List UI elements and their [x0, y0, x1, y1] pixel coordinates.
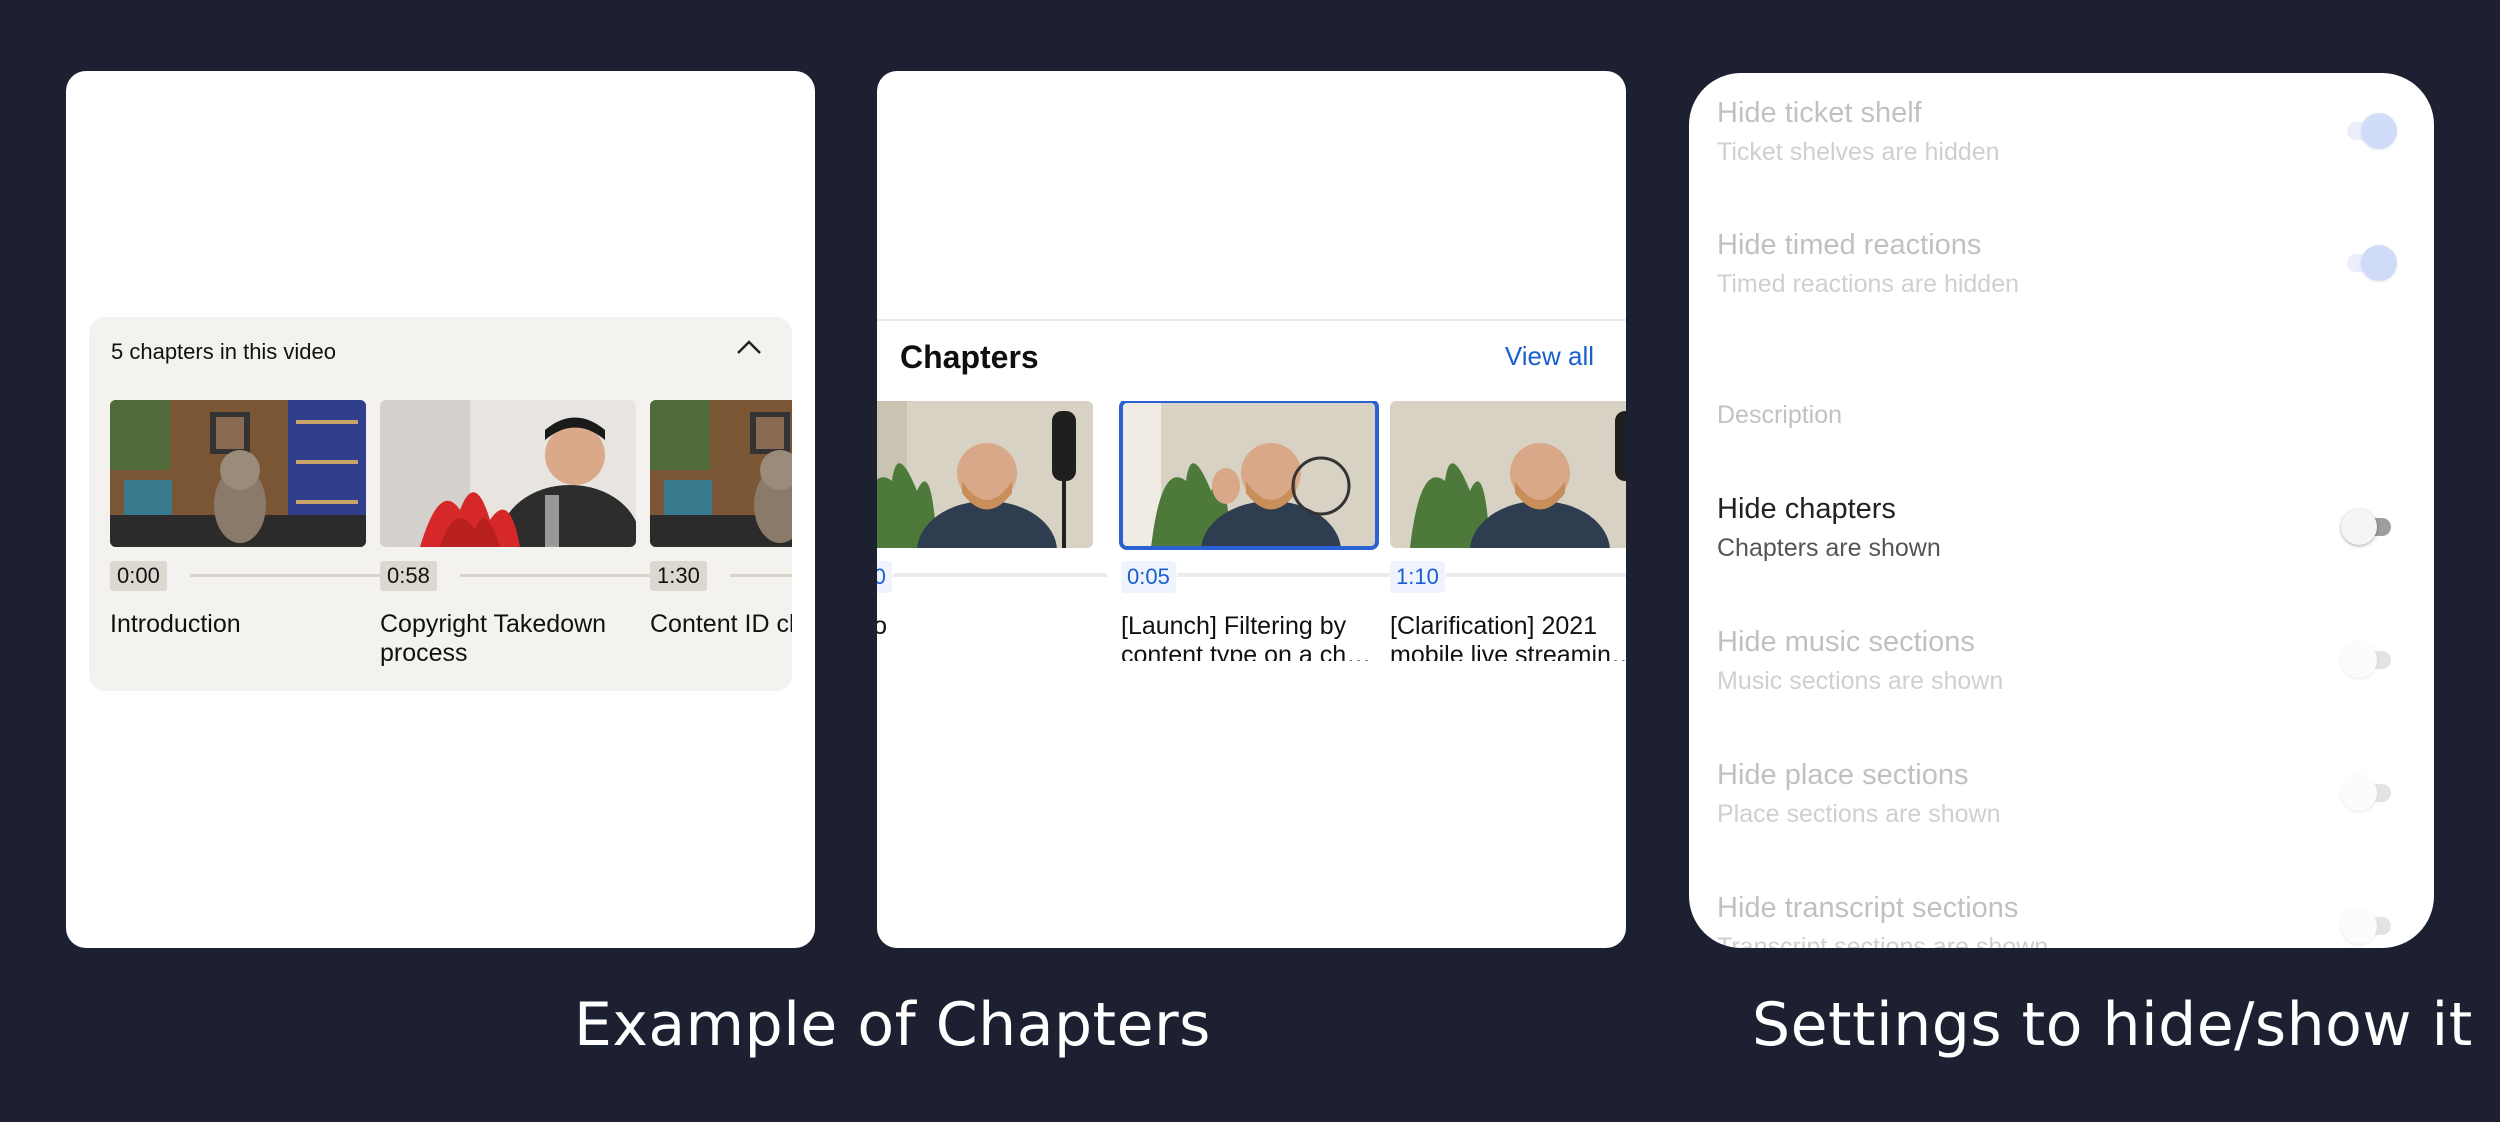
- chapter-title: Introduction: [110, 610, 241, 638]
- chapter-item[interactable]: 0:00 Introduction: [110, 400, 380, 638]
- toggle-switch[interactable]: [2341, 775, 2395, 811]
- setting-hide-place-sections[interactable]: Hide place sections Place sections are s…: [1717, 759, 2407, 829]
- setting-hide-music-sections[interactable]: Hide music sections Music sections are s…: [1717, 626, 2407, 696]
- chapter-thumbnail[interactable]: [110, 400, 366, 547]
- setting-subtitle: Timed reactions are hidden: [1717, 270, 2020, 298]
- toggle-switch[interactable]: [2341, 245, 2397, 281]
- progress-track: [893, 573, 1107, 577]
- section-header-description: Description: [1717, 401, 1843, 429]
- chapter-title: Copyright Takedown process: [380, 610, 607, 667]
- progress-track: [1446, 573, 1626, 577]
- chapters-list-panel: Chapters View all 0:00 Intro: [877, 71, 1626, 948]
- chapter-title: Content ID claims: [650, 610, 792, 638]
- chapter-title: Intro: [877, 612, 888, 640]
- chapter-thumbnail[interactable]: [380, 400, 636, 547]
- chapter-item[interactable]: 1:30 Content ID claims: [650, 400, 792, 638]
- chapter-timestamp: 1:10: [1390, 561, 1445, 593]
- setting-subtitle: Chapters are shown: [1717, 534, 1941, 562]
- progress-track: [460, 574, 650, 577]
- chapters-example-panel: 5 chapters in this video 0:00 Introducti…: [66, 71, 815, 948]
- chapters-panel: 5 chapters in this video 0:00 Introducti…: [89, 317, 792, 691]
- chapters-title: Chapters: [900, 339, 1039, 375]
- chapter-title: [Clarification] 2021 mobile live streami…: [1390, 612, 1626, 661]
- chapter-item[interactable]: 0:58 Copyright Takedown process: [380, 400, 650, 667]
- caption-settings: Settings to hide/show it: [1752, 990, 2473, 1060]
- chapters-count-header: 5 chapters in this video: [111, 339, 337, 364]
- chapter-timestamp: 0:00: [110, 561, 167, 591]
- setting-hide-transcript-sections[interactable]: Hide transcript sections Transcript sect…: [1717, 892, 2407, 948]
- chapter-thumbnail[interactable]: [1390, 401, 1626, 548]
- setting-hide-timed-reactions[interactable]: Hide timed reactions Timed reactions are…: [1717, 229, 2407, 299]
- setting-subtitle: Transcript sections are shown: [1717, 933, 2049, 948]
- toggle-switch[interactable]: [2341, 113, 2397, 149]
- setting-subtitle: Ticket shelves are hidden: [1717, 138, 2000, 166]
- chapter-item[interactable]: 0:00 Intro: [877, 401, 1107, 640]
- setting-title: Hide music sections: [1717, 626, 1975, 658]
- toggle-switch[interactable]: [2341, 509, 2395, 545]
- setting-subtitle: Music sections are shown: [1717, 667, 2004, 695]
- setting-title: Hide place sections: [1717, 759, 1969, 791]
- setting-subtitle: Place sections are shown: [1717, 800, 2001, 828]
- settings-panel: Hide ticket shelf Ticket shelves are hid…: [1689, 73, 2434, 948]
- progress-track: [730, 574, 792, 577]
- chapter-item-active[interactable]: 0:05 [Launch] Filtering by content type …: [1119, 401, 1391, 661]
- setting-title: Hide transcript sections: [1717, 892, 2019, 924]
- chapter-thumbnail[interactable]: [650, 400, 792, 547]
- chapter-timestamp: 0:58: [380, 561, 437, 591]
- toggle-switch[interactable]: [2341, 642, 2395, 678]
- setting-title: Hide timed reactions: [1717, 229, 1982, 261]
- progress-track: [190, 574, 380, 577]
- chapter-timestamp: 1:30: [650, 561, 707, 591]
- progress-track: [1177, 573, 1391, 577]
- setting-hide-chapters[interactable]: Hide chapters Chapters are shown: [1717, 493, 2407, 563]
- setting-title: Hide chapters: [1717, 493, 1896, 525]
- chapter-thumbnail[interactable]: [1119, 401, 1379, 550]
- chapter-timestamp: 0:00: [877, 561, 892, 593]
- chapter-title: [Launch] Filtering by content type on a …: [1121, 612, 1372, 661]
- chevron-up-icon[interactable]: [734, 333, 764, 363]
- setting-hide-ticket-shelf[interactable]: Hide ticket shelf Ticket shelves are hid…: [1717, 97, 2407, 167]
- chapter-timestamp: 0:05: [1121, 561, 1176, 593]
- toggle-switch[interactable]: [2341, 908, 2395, 944]
- caption-example: Example of Chapters: [574, 990, 1211, 1060]
- chapter-item[interactable]: 1:10 [Clarification] 2021 mobile live st…: [1390, 401, 1626, 661]
- divider: [877, 319, 1626, 321]
- chapter-thumbnail[interactable]: [877, 401, 1093, 548]
- view-all-link[interactable]: View all: [1505, 341, 1594, 372]
- setting-title: Hide ticket shelf: [1717, 97, 1922, 129]
